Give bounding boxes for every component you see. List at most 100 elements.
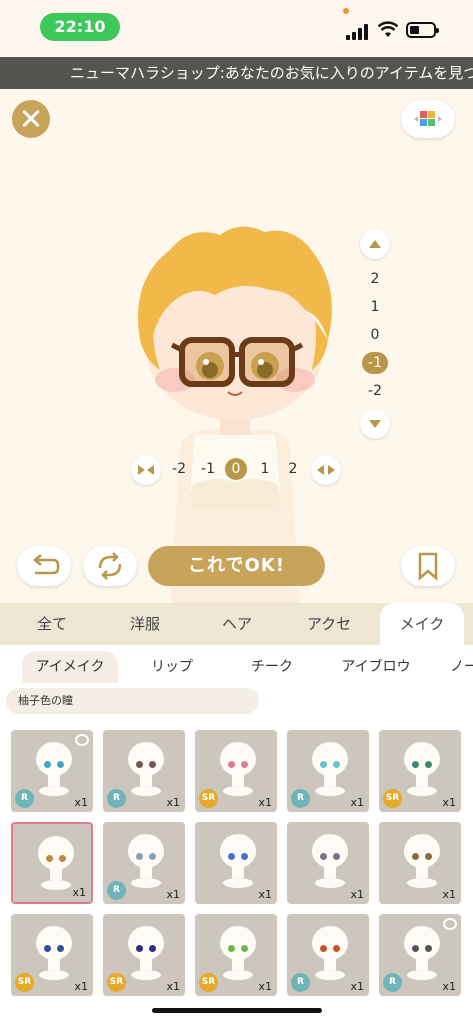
item-cell[interactable]: SR x1: [195, 914, 277, 996]
horizontal-option-selected[interactable]: 0: [225, 458, 247, 480]
eye-swatch: [412, 945, 419, 952]
vertical-option-selected[interactable]: -1: [362, 352, 388, 374]
move-up-button[interactable]: [360, 229, 390, 259]
home-indicator[interactable]: [152, 1008, 322, 1013]
mannequin-neck: [324, 866, 336, 878]
eye-swatch: [412, 761, 419, 768]
rarity-badge: SR: [199, 973, 218, 992]
shop-ticker: ニューマハラショップ:あなたのお気に入りのアイテムを見つ: [0, 57, 473, 89]
item-cell[interactable]: x1: [287, 822, 369, 904]
horizontal-option[interactable]: -1: [197, 458, 219, 480]
eye-swatch: [241, 945, 248, 952]
mannequin-base: [131, 878, 161, 888]
eye-swatch: [44, 761, 51, 768]
move-down-button[interactable]: [360, 409, 390, 439]
bookmark-button[interactable]: [401, 546, 455, 586]
item-cell[interactable]: Rx1: [103, 822, 185, 904]
item-cell-selected[interactable]: x1: [11, 822, 93, 904]
subtab-nose[interactable]: ノー: [444, 651, 473, 683]
eye-swatch: [136, 853, 143, 860]
mannequin-head: [220, 926, 256, 960]
rotate-button[interactable]: [83, 546, 137, 586]
mannequin-head: [220, 742, 256, 776]
subtab-eye-makeup[interactable]: アイメイク: [22, 651, 118, 683]
rarity-badge: SR: [199, 789, 218, 808]
item-cell[interactable]: SR x1: [103, 914, 185, 996]
eye-swatch: [320, 761, 327, 768]
color-palette-button[interactable]: [401, 100, 455, 138]
status-bar: 22:10: [0, 0, 473, 56]
mannequin-neck: [140, 774, 152, 786]
mannequin-head: [312, 926, 348, 960]
item-cell[interactable]: x1: [379, 822, 461, 904]
palette-icon: [414, 111, 442, 126]
item-cell[interactable]: SR x1: [379, 730, 461, 812]
item-cell[interactable]: Rx1: [287, 914, 369, 996]
rarity-badge: SR: [15, 973, 34, 992]
subtab-eyebrow[interactable]: アイブロウ: [330, 651, 422, 683]
mannequin-base: [315, 970, 345, 980]
mannequin-base: [315, 878, 345, 888]
item-cell[interactable]: x1: [195, 822, 277, 904]
tab-makeup[interactable]: メイク: [380, 603, 464, 645]
eye-swatch: [57, 761, 64, 768]
rarity-badge: SR: [383, 789, 402, 808]
triangle-up-icon: [369, 240, 381, 248]
bear-icon: [443, 918, 457, 930]
tab-accessory[interactable]: アクセ: [287, 603, 371, 645]
item-filter-label[interactable]: 柚子色の瞳: [6, 688, 259, 714]
category-tabs: 全て 洋服 ヘア アクセ メイク: [0, 603, 473, 645]
eye-swatch: [57, 945, 64, 952]
close-button[interactable]: [12, 100, 50, 138]
item-quantity: x1: [442, 888, 456, 901]
mannequin-head: [128, 926, 164, 960]
mannequin-neck: [232, 958, 244, 970]
rarity-badge: R: [15, 789, 34, 808]
eye-swatch: [44, 945, 51, 952]
item-cell[interactable]: Rx1: [379, 914, 461, 996]
mannequin-base: [41, 880, 71, 890]
mannequin-head: [404, 834, 440, 868]
item-quantity: x1: [350, 888, 364, 901]
eye-swatch: [425, 945, 432, 952]
rarity-badge: R: [107, 881, 126, 900]
eye-swatch: [412, 853, 419, 860]
item-cell[interactable]: SR x1: [11, 914, 93, 996]
item-cell[interactable]: Rx1: [103, 730, 185, 812]
horizontal-option[interactable]: 2: [282, 458, 304, 480]
item-cell[interactable]: SR x1: [195, 730, 277, 812]
mannequin-base: [223, 970, 253, 980]
horizontal-option[interactable]: 1: [254, 458, 276, 480]
eye-swatch: [149, 761, 156, 768]
mannequin-base: [39, 786, 69, 796]
eye-swatch: [228, 945, 235, 952]
horizontal-option[interactable]: -2: [168, 458, 190, 480]
undo-button[interactable]: [17, 546, 71, 586]
subtab-cheek[interactable]: チーク: [234, 651, 310, 683]
tab-hair[interactable]: ヘア: [195, 603, 279, 645]
mannequin-neck: [416, 958, 428, 970]
mannequin-neck: [48, 958, 60, 970]
eye-swatch: [425, 761, 432, 768]
item-quantity: x1: [442, 980, 456, 993]
item-quantity: x1: [350, 980, 364, 993]
item-quantity: x1: [258, 796, 272, 809]
item-cell[interactable]: Rx1: [287, 730, 369, 812]
mannequin-base: [407, 786, 437, 796]
vertical-option[interactable]: 0: [362, 324, 388, 346]
signal-icon: [346, 24, 368, 40]
mannequin-head: [128, 742, 164, 776]
narrow-button[interactable]: [131, 455, 161, 485]
item-cell[interactable]: Rx1: [11, 730, 93, 812]
item-quantity: x1: [258, 888, 272, 901]
confirm-ok-button[interactable]: これでOK!: [148, 546, 325, 586]
vertical-option[interactable]: -2: [362, 380, 388, 402]
eye-swatch: [425, 853, 432, 860]
tab-all[interactable]: 全て: [10, 603, 94, 645]
vertical-option[interactable]: 2: [362, 268, 388, 290]
vertical-option[interactable]: 1: [362, 296, 388, 318]
triangle-down-icon: [369, 420, 381, 428]
tab-clothes[interactable]: 洋服: [103, 603, 187, 645]
subtab-lip[interactable]: リップ: [134, 651, 210, 683]
widen-button[interactable]: [311, 455, 341, 485]
